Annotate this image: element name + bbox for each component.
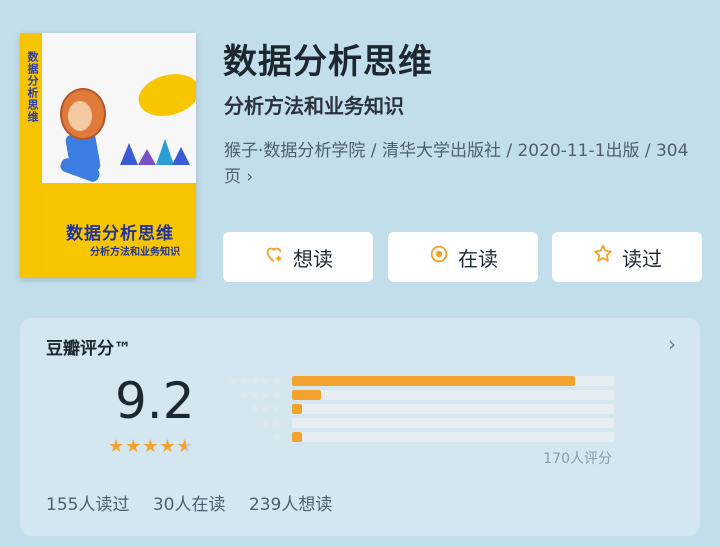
want-to-read-button[interactable]: 想读 bbox=[223, 232, 373, 282]
book-subtitle: 分析方法和业务知识 bbox=[224, 94, 404, 118]
have-read-label: 读过 bbox=[622, 246, 662, 271]
cover-chart-shape bbox=[138, 149, 156, 165]
distribution-bar-4 bbox=[292, 390, 614, 400]
reading-count: 30人在读 bbox=[152, 495, 226, 515]
star-full-icon: ★ bbox=[108, 436, 126, 457]
distribution-bar-fill-1 bbox=[292, 432, 302, 442]
reading-label: 在读 bbox=[458, 246, 498, 271]
distribution-bar-fill-3 bbox=[292, 404, 302, 414]
cover-monkey-face bbox=[68, 101, 92, 131]
cover-title: 数据分析思维 bbox=[66, 224, 174, 244]
reading-button[interactable]: 在读 bbox=[388, 232, 538, 282]
rating-stars: ★★★★★ bbox=[108, 436, 194, 457]
want-to-read-label: 想读 bbox=[293, 246, 333, 271]
read-count: 155人读过 bbox=[46, 495, 130, 515]
distribution-stars-3: ★★★ bbox=[249, 402, 282, 416]
distribution-bar-fill-5 bbox=[292, 376, 576, 386]
book-title: 数据分析思维 bbox=[223, 42, 433, 82]
rating-card[interactable]: 豆瓣评分™ › 9.2 ★★★★★ ★★★★★★★★★★★★★★★ 170人评分… bbox=[20, 318, 700, 536]
rating-score: 9.2 bbox=[115, 372, 195, 430]
distribution-bar-fill-4 bbox=[292, 390, 321, 400]
target-icon bbox=[428, 243, 450, 271]
chevron-right-icon[interactable]: › bbox=[668, 332, 676, 356]
star-partial-icon: ★ bbox=[177, 436, 194, 457]
distribution-bar-1 bbox=[292, 432, 614, 442]
distribution-stars-4: ★★★★ bbox=[238, 388, 282, 402]
star-full-icon: ★ bbox=[125, 436, 143, 457]
distribution-bar-5 bbox=[292, 376, 614, 386]
book-meta[interactable]: 猴子·数据分析学院 / 清华大学出版社 / 2020-11-1出版 / 304页… bbox=[224, 138, 704, 190]
distribution-stars-5: ★★★★★ bbox=[228, 374, 282, 388]
chevron-right-icon: › bbox=[246, 167, 254, 187]
distribution-stars-1: ★ bbox=[271, 430, 282, 444]
rating-count: 170人评分 bbox=[543, 451, 612, 467]
distribution-bar-2 bbox=[292, 418, 614, 428]
cover-chart-shape bbox=[172, 147, 190, 165]
cover-spine-text: 数据分析思维 bbox=[26, 51, 39, 123]
star-full-icon: ★ bbox=[142, 436, 160, 457]
cover-subtitle: 分析方法和业务知识 bbox=[90, 247, 180, 258]
rating-title: 豆瓣评分™ bbox=[46, 339, 131, 359]
star-full-icon: ★ bbox=[159, 436, 177, 457]
heart-plus-icon bbox=[263, 243, 285, 271]
star-icon bbox=[592, 243, 614, 271]
want-count: 239人想读 bbox=[248, 495, 333, 515]
distribution-stars-2: ★★ bbox=[260, 416, 282, 430]
reader-stats: 155人读过 30人在读 239人想读 bbox=[46, 490, 350, 515]
have-read-button[interactable]: 读过 bbox=[552, 232, 702, 282]
book-cover[interactable]: 数据分析思维 数据分析思维 分析方法和业务知识 bbox=[20, 33, 196, 278]
cover-chart-shape bbox=[120, 143, 138, 165]
book-meta-text: 猴子·数据分析学院 / 清华大学出版社 / 2020-11-1出版 / 304页 bbox=[224, 141, 689, 187]
distribution-bar-3 bbox=[292, 404, 614, 414]
